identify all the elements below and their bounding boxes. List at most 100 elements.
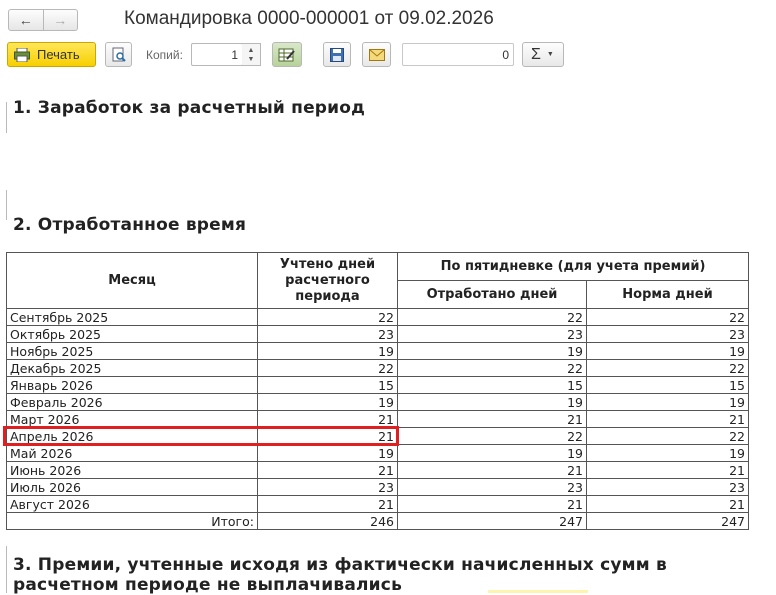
row-days-worked[interactable]: 23	[397, 325, 587, 343]
row-days-worked[interactable]: 21	[397, 410, 587, 428]
row-month[interactable]: Октябрь 2025	[6, 325, 258, 343]
printer-icon	[14, 47, 30, 62]
cell-border	[6, 546, 7, 593]
table-row: Февраль 2026 19 19 19	[6, 393, 749, 411]
row-days-counted[interactable]: 21	[257, 495, 398, 513]
row-days-counted[interactable]: 15	[257, 376, 398, 394]
stepper-up-icon[interactable]: ▲	[248, 46, 255, 55]
print-button-label: Печать	[37, 47, 80, 62]
row-month[interactable]: Август 2026	[6, 495, 258, 513]
row-days-counted[interactable]: 23	[257, 325, 398, 343]
table-edit-icon	[278, 48, 295, 61]
chevron-down-icon: ▼	[546, 51, 554, 58]
save-button[interactable]	[323, 42, 351, 67]
section-3-heading: 3. Премии, учтенные исходя из фактически…	[13, 555, 667, 595]
sum-function-dropdown[interactable]: Σ ▼	[522, 42, 564, 67]
stepper-down-icon[interactable]: ▼	[248, 55, 255, 64]
header-days-worked: Отработано дней	[397, 280, 587, 309]
row-days-norm[interactable]: 15	[586, 376, 749, 394]
row-days-counted[interactable]: 21	[257, 427, 398, 445]
send-email-button[interactable]	[362, 42, 391, 67]
row-days-norm[interactable]: 23	[586, 478, 749, 496]
table-total-row: Итого: 246 247 247	[6, 512, 749, 530]
toolbar: Печать Копий: 1 ▲ ▼ 0 Σ ▼	[0, 40, 776, 72]
row-month[interactable]: Январь 2026	[6, 376, 258, 394]
row-days-worked[interactable]: 19	[397, 444, 587, 462]
row-days-counted[interactable]: 19	[257, 393, 398, 411]
copies-input[interactable]: 1	[191, 43, 243, 66]
row-days-norm[interactable]: 19	[586, 393, 749, 411]
section-2-heading: 2. Отработанное время	[13, 215, 247, 235]
row-month[interactable]: Февраль 2026	[6, 393, 258, 411]
row-month[interactable]: Март 2026	[6, 410, 258, 428]
row-days-worked[interactable]: 23	[397, 478, 587, 496]
row-days-norm[interactable]: 22	[586, 308, 749, 326]
row-month[interactable]: Май 2026	[6, 444, 258, 462]
envelope-icon	[368, 48, 385, 61]
header-five-day-group: По пятидневке (для учета премий)	[397, 252, 749, 281]
row-month[interactable]: Сентябрь 2025	[6, 308, 258, 326]
row-days-worked[interactable]: 22	[397, 427, 587, 445]
row-days-norm[interactable]: 21	[586, 410, 749, 428]
row-days-worked[interactable]: 19	[397, 342, 587, 360]
arrow-right-icon: →	[53, 12, 68, 28]
preview-button[interactable]	[105, 42, 132, 67]
sum-display: 0	[402, 43, 514, 66]
row-days-norm[interactable]: 21	[586, 495, 749, 513]
row-days-counted[interactable]: 22	[257, 359, 398, 377]
total-norm: 247	[586, 512, 749, 530]
total-counted: 246	[257, 512, 398, 530]
row-days-counted[interactable]: 19	[257, 342, 398, 360]
row-days-worked[interactable]: 22	[397, 308, 587, 326]
table-row: Декабрь 2025 22 22 22	[6, 359, 749, 377]
table-row: Ноябрь 2025 19 19 19	[6, 342, 749, 360]
table-body: Сентябрь 2025 22 22 22 Октябрь 2025 23 23 23 Ноя…	[6, 308, 749, 513]
nav-buttons: ← →	[8, 9, 78, 31]
table-row: Апрель 2026 21 22 22	[6, 427, 749, 445]
back-button[interactable]: ←	[8, 9, 44, 31]
row-days-worked[interactable]: 21	[397, 495, 587, 513]
row-days-norm[interactable]: 22	[586, 359, 749, 377]
row-days-worked[interactable]: 21	[397, 461, 587, 479]
forward-button[interactable]: →	[43, 9, 78, 31]
row-month[interactable]: Апрель 2026	[6, 427, 258, 445]
row-month[interactable]: Ноябрь 2025	[6, 342, 258, 360]
row-days-norm[interactable]: 19	[586, 444, 749, 462]
total-worked: 247	[397, 512, 587, 530]
arrow-left-icon: ←	[18, 12, 33, 28]
row-days-counted[interactable]: 19	[257, 444, 398, 462]
header-month: Месяц	[6, 252, 258, 309]
row-days-norm[interactable]: 21	[586, 461, 749, 479]
table-row: Июнь 2026 21 21 21	[6, 461, 749, 479]
row-days-worked[interactable]: 15	[397, 376, 587, 394]
sigma-icon: Σ	[531, 45, 541, 63]
floppy-disk-icon	[330, 47, 344, 62]
table-row: Июль 2026 23 23 23	[6, 478, 749, 496]
edit-mode-button[interactable]	[272, 42, 302, 67]
row-days-worked[interactable]: 22	[397, 359, 587, 377]
header-days-counted: Учтено дней расчетного периода	[257, 252, 398, 309]
copies-stepper[interactable]: ▲ ▼	[242, 43, 261, 66]
row-month[interactable]: Декабрь 2025	[6, 359, 258, 377]
row-month[interactable]: Июль 2026	[6, 478, 258, 496]
page-preview-icon	[112, 47, 126, 62]
window-title: Командировка 0000-000001 от 09.02.2026	[124, 8, 494, 29]
row-days-counted[interactable]: 21	[257, 410, 398, 428]
window-titlebar: ← → Командировка 0000-000001 от 09.02.20…	[0, 0, 776, 40]
cell-border	[6, 190, 7, 220]
total-label: Итого:	[6, 512, 258, 530]
row-days-worked[interactable]: 19	[397, 393, 587, 411]
table-row: Октябрь 2025 23 23 23	[6, 325, 749, 343]
row-days-norm[interactable]: 19	[586, 342, 749, 360]
row-days-counted[interactable]: 21	[257, 461, 398, 479]
row-days-norm[interactable]: 23	[586, 325, 749, 343]
print-button[interactable]: Печать	[7, 42, 96, 67]
table-row: Август 2026 21 21 21	[6, 495, 749, 513]
worked-time-table: Месяц Учтено дней расчетного периода По …	[6, 252, 749, 530]
row-days-norm[interactable]: 22	[586, 427, 749, 445]
row-month[interactable]: Июнь 2026	[6, 461, 258, 479]
row-days-counted[interactable]: 22	[257, 308, 398, 326]
copies-label: Копий:	[146, 48, 183, 62]
row-days-counted[interactable]: 23	[257, 478, 398, 496]
header-days-norm: Норма дней	[586, 280, 749, 309]
